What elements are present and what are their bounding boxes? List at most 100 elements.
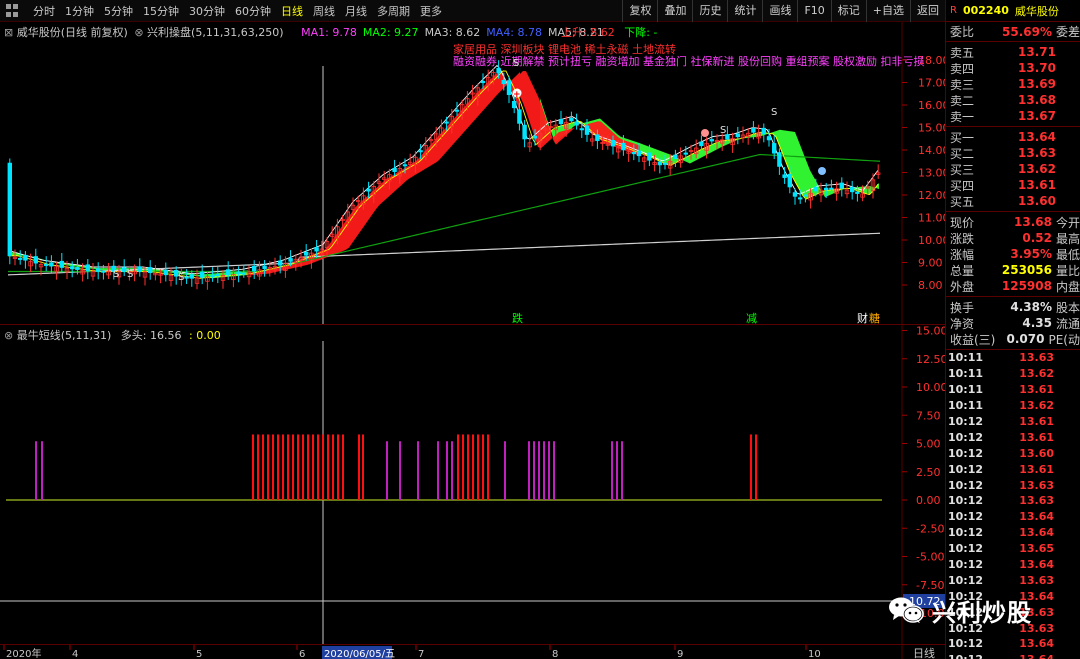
candle-body <box>839 182 844 189</box>
asks-row[interactable]: 卖一 13.67 <box>946 108 1080 124</box>
candle-body <box>251 266 257 272</box>
signal-s-marker: S <box>720 125 726 136</box>
candle-body <box>262 265 267 270</box>
toolbar-button[interactable]: 返回 <box>910 0 945 22</box>
tick-price: 13.64 <box>1019 637 1054 651</box>
tick-price: 13.63 <box>1019 351 1054 365</box>
bids-price: 13.63 <box>1018 146 1056 160</box>
tick-row: 10:1213.64 <box>946 652 1080 659</box>
main-kline-chart[interactable]: ⊠ 威华股份(日线 前复权) ⊗ 兴利操盘(5,11,31,63,250) MA… <box>0 22 945 324</box>
bids-row[interactable]: 买三 13.62 <box>946 161 1080 177</box>
timeframe-tab[interactable]: 30分钟 <box>184 3 230 19</box>
tick-time: 10:12 <box>948 430 984 444</box>
tick-price: 13.63 <box>1019 573 1054 587</box>
candle-body <box>402 164 408 167</box>
sub-indicator-chart[interactable]: ⊗ 最牛短线(5,11,31) 多头: 16.56 : 0.00 15.00 12… <box>0 324 945 645</box>
asks-row[interactable]: 卖二 13.68 <box>946 92 1080 108</box>
sub-canvas: 15.00 12.50 10.00 7.50 5.00 2.50 0.00 -2.50 -5.0… <box>0 325 945 645</box>
tick-price: 13.62 <box>1019 399 1054 413</box>
tick-time: 10:12 <box>948 558 984 572</box>
quote-stats: 现价 13.68 今开 涨跌 0.52 最高 涨幅 3.95% 最低 总量 253056 量比 外盘 12… <box>946 212 1080 297</box>
candle-body <box>75 267 80 270</box>
tick-row: 10:12 13.61 <box>946 461 1080 477</box>
timeframe-tab[interactable]: 月线 <box>340 3 372 19</box>
price-tick-label: 18.00 <box>918 54 945 67</box>
candle-body <box>517 109 522 124</box>
date-label: 9 <box>677 649 683 659</box>
asks-row[interactable]: 卖四 13.70 <box>946 60 1080 76</box>
candle-body <box>610 140 616 147</box>
tick-price: 13.64 <box>1019 558 1054 572</box>
timeframe-tab[interactable]: 分时 <box>28 3 60 19</box>
tick-price: 13.63 <box>1019 494 1054 508</box>
tick-row: 10:11 13.62 <box>946 398 1080 414</box>
stock-code[interactable]: 002240 <box>963 4 1009 17</box>
candle-body <box>454 109 460 112</box>
candle-body <box>699 141 704 147</box>
fu-marker: 糖 <box>869 311 880 324</box>
toolbar-button[interactable]: F10 <box>797 0 830 22</box>
candle-body <box>636 150 642 157</box>
bids-row[interactable]: 买四 13.61 <box>946 177 1080 193</box>
tick-row: 10:12 13.65 <box>946 541 1080 557</box>
timeframe-tab[interactable]: 15分钟 <box>138 3 184 19</box>
timeframe-tab[interactable]: 多周期 <box>372 3 415 19</box>
timeframe-tab[interactable]: 日线 <box>276 3 308 19</box>
timeframe-tab[interactable]: 60分钟 <box>230 3 276 19</box>
layout-grid-icon[interactable] <box>6 3 22 18</box>
stat-value: 13.68 <box>1014 215 1052 229</box>
candle-body <box>532 135 538 139</box>
toolbar-button[interactable]: 叠加 <box>657 0 692 22</box>
toolbar-button[interactable]: +自选 <box>865 0 910 22</box>
candle-body <box>506 80 512 96</box>
asks-row[interactable]: 卖五 13.71 <box>946 44 1080 60</box>
tick-row: 10:12 13.63 <box>946 477 1080 493</box>
asks-price: 13.68 <box>1018 93 1056 107</box>
asks-label: 卖一 <box>950 109 975 124</box>
toolbar-button[interactable]: 画线 <box>762 0 797 22</box>
candle-body <box>137 266 142 272</box>
toolbar-button[interactable]: 复权 <box>622 0 657 22</box>
toolbar-button[interactable]: 标记 <box>830 0 866 22</box>
bids-row[interactable]: 买二 13.63 <box>946 145 1080 161</box>
date-label: 10 <box>808 649 821 659</box>
stat-ext-label: 今开 <box>1055 215 1080 230</box>
tick-price: 13.61 <box>1019 415 1054 428</box>
timeframe-tab[interactable]: 5分钟 <box>99 3 138 19</box>
rzrq-badge: R <box>950 5 957 16</box>
tick-price: 13.62 <box>1019 367 1054 381</box>
asks-row[interactable]: 卖三 13.69 <box>946 76 1080 92</box>
tick-time: 10:12 <box>948 526 984 540</box>
stat2-label: 净资 <box>950 316 975 331</box>
buy-signal-plus: + <box>513 90 521 100</box>
candle-body <box>787 173 792 188</box>
tick-time: 10:11 <box>948 399 984 413</box>
watermark: 兴利炒股 <box>888 588 1068 632</box>
candle-body <box>512 100 517 109</box>
asks-price: 13.71 <box>1018 45 1056 59</box>
tick-row: 10:12 13.63 <box>946 572 1080 588</box>
stat2-value: 4.35 <box>1022 316 1052 330</box>
toolbar-button[interactable]: 历史 <box>692 0 727 22</box>
tick-price: 13.64 <box>988 653 1054 659</box>
tick-row: 10:12 13.61 <box>946 414 1080 430</box>
bids-price: 13.61 <box>1018 178 1056 192</box>
sub-tick-label: 12.50 <box>916 353 945 366</box>
asks-price: 13.69 <box>1018 77 1056 91</box>
bid-book: 买一 13.64 买二 13.63 买三 13.62 买四 13.61 买五 13.60 <box>946 127 1080 212</box>
stat-row: 涨幅 3.95% 最低 <box>946 246 1080 262</box>
candle-body <box>210 275 215 278</box>
timeframe-tab[interactable]: 1分钟 <box>60 3 99 19</box>
price-tick-label: 11.00 <box>918 212 945 225</box>
signal-s-marker: S <box>113 269 119 280</box>
bids-row[interactable]: 买一 13.64 <box>946 129 1080 145</box>
timeframe-tab[interactable]: 更多 <box>415 3 447 19</box>
toolbar-button[interactable]: 统计 <box>727 0 762 22</box>
stock-name[interactable]: 威华股份 <box>1015 3 1059 19</box>
candle-body <box>17 257 23 260</box>
bids-row[interactable]: 买五 13.60 <box>946 193 1080 209</box>
stat-label: 总量 <box>950 263 975 278</box>
timeframe-tab[interactable]: 周线 <box>308 3 340 19</box>
timeframe-tabs: 分时 1分钟 5分钟 15分钟 30分钟 60分钟 日线 周线 月线 多周期 更多 <box>28 3 447 19</box>
tick-price: 13.65 <box>1019 542 1054 556</box>
